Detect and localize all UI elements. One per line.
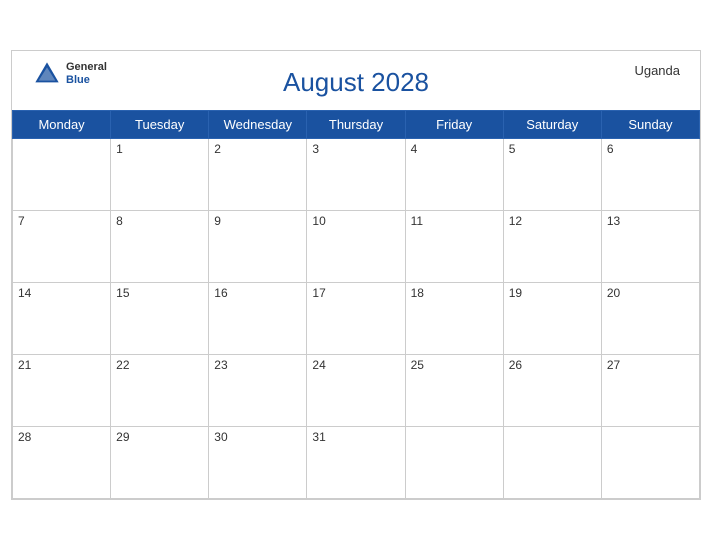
day-cell-13: 13 [601, 211, 699, 283]
day-number: 9 [214, 214, 221, 228]
day-cell-12: 12 [503, 211, 601, 283]
day-cell-25: 25 [405, 355, 503, 427]
day-number: 5 [509, 142, 516, 156]
day-cell-20: 20 [601, 283, 699, 355]
day-cell-10: 10 [307, 211, 405, 283]
logo-blue: Blue [66, 74, 107, 87]
day-cell-29: 29 [111, 427, 209, 499]
day-cell-8: 8 [111, 211, 209, 283]
day-cell-7: 7 [13, 211, 111, 283]
day-number: 22 [116, 358, 129, 372]
week-row-5: 28 29 30 31 [13, 427, 700, 499]
day-cell-31: 31 [307, 427, 405, 499]
day-number: 23 [214, 358, 227, 372]
country-label: Uganda [634, 63, 680, 78]
day-cell-21: 21 [13, 355, 111, 427]
day-cell-11: 11 [405, 211, 503, 283]
week-row-3: 14 15 16 17 18 19 20 [13, 283, 700, 355]
day-number: 17 [312, 286, 325, 300]
day-cell-9: 9 [209, 211, 307, 283]
day-cell-14: 14 [13, 283, 111, 355]
day-cell-17: 17 [307, 283, 405, 355]
day-number: 8 [116, 214, 123, 228]
day-number: 6 [607, 142, 614, 156]
calendar-header: General Blue August 2028 Uganda [12, 51, 700, 110]
day-number: 2 [214, 142, 221, 156]
day-number: 30 [214, 430, 227, 444]
day-cell-2: 2 [209, 139, 307, 211]
day-number: 16 [214, 286, 227, 300]
day-number: 15 [116, 286, 129, 300]
empty-cell [503, 427, 601, 499]
day-number: 27 [607, 358, 620, 372]
day-cell-15: 15 [111, 283, 209, 355]
calendar-grid: MondayTuesdayWednesdayThursdayFridaySatu… [12, 110, 700, 499]
empty-cell [601, 427, 699, 499]
day-number: 25 [411, 358, 424, 372]
logo-text: General Blue [66, 61, 107, 87]
day-cell-19: 19 [503, 283, 601, 355]
week-row-4: 21 22 23 24 25 26 27 [13, 355, 700, 427]
logo-area: General Blue [32, 59, 107, 89]
month-title: August 2028 [283, 61, 429, 106]
day-number: 19 [509, 286, 522, 300]
weekday-header-wednesday: Wednesday [209, 111, 307, 139]
calendar: General Blue August 2028 Uganda MondayTu… [11, 50, 701, 500]
empty-cell [13, 139, 111, 211]
day-number: 26 [509, 358, 522, 372]
day-number: 21 [18, 358, 31, 372]
day-cell-16: 16 [209, 283, 307, 355]
day-cell-1: 1 [111, 139, 209, 211]
weekday-header-friday: Friday [405, 111, 503, 139]
empty-cell [405, 427, 503, 499]
weekday-header-saturday: Saturday [503, 111, 601, 139]
day-number: 14 [18, 286, 31, 300]
day-cell-27: 27 [601, 355, 699, 427]
day-cell-26: 26 [503, 355, 601, 427]
day-cell-6: 6 [601, 139, 699, 211]
day-number: 24 [312, 358, 325, 372]
day-cell-22: 22 [111, 355, 209, 427]
weekday-header-row: MondayTuesdayWednesdayThursdayFridaySatu… [13, 111, 700, 139]
day-cell-24: 24 [307, 355, 405, 427]
day-number: 1 [116, 142, 123, 156]
day-cell-5: 5 [503, 139, 601, 211]
day-number: 12 [509, 214, 522, 228]
day-cell-3: 3 [307, 139, 405, 211]
day-cell-30: 30 [209, 427, 307, 499]
day-number: 11 [411, 214, 423, 228]
day-cell-18: 18 [405, 283, 503, 355]
day-number: 29 [116, 430, 129, 444]
logo-general: General [66, 61, 107, 74]
day-number: 18 [411, 286, 424, 300]
weekday-header-monday: Monday [13, 111, 111, 139]
day-number: 31 [312, 430, 325, 444]
day-cell-4: 4 [405, 139, 503, 211]
day-number: 4 [411, 142, 418, 156]
week-row-2: 7 8 9 10 11 12 13 [13, 211, 700, 283]
day-cell-23: 23 [209, 355, 307, 427]
weekday-header-thursday: Thursday [307, 111, 405, 139]
weekday-header-sunday: Sunday [601, 111, 699, 139]
day-number: 28 [18, 430, 31, 444]
week-row-1: 1 2 3 4 5 6 [13, 139, 700, 211]
day-number: 13 [607, 214, 620, 228]
day-number: 3 [312, 142, 319, 156]
day-number: 20 [607, 286, 620, 300]
logo-icon [32, 59, 62, 89]
day-number: 7 [18, 214, 25, 228]
day-cell-28: 28 [13, 427, 111, 499]
weekday-header-tuesday: Tuesday [111, 111, 209, 139]
day-number: 10 [312, 214, 325, 228]
